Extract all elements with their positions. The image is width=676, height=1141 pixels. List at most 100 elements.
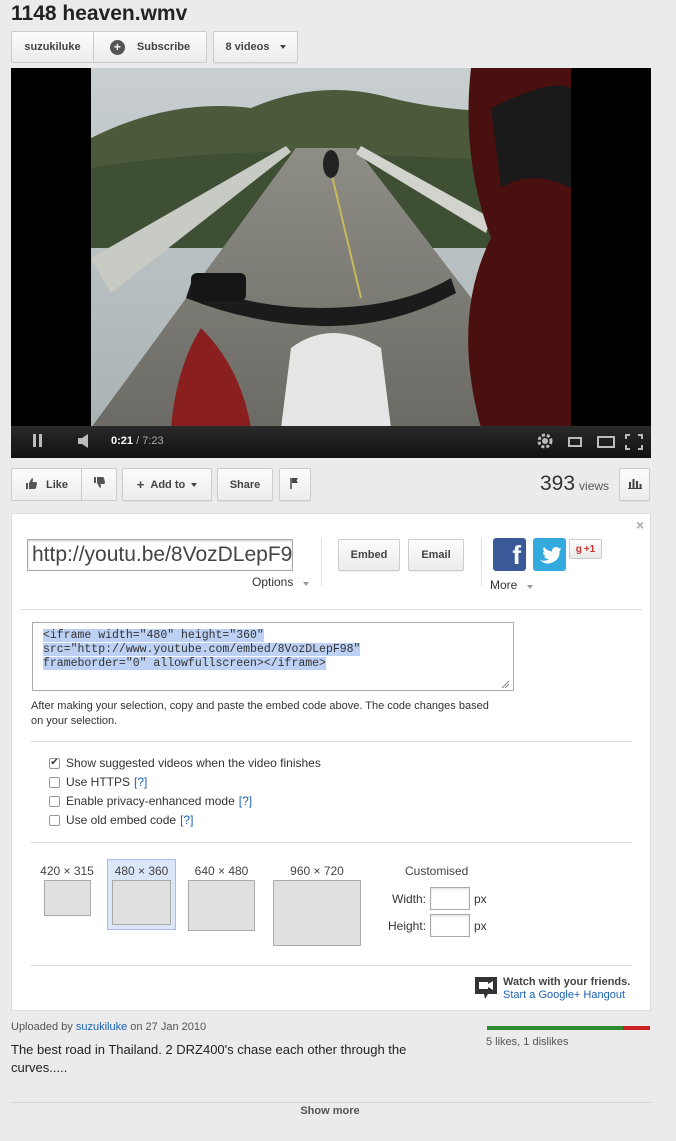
embed-help-line: on your selection. xyxy=(31,715,118,727)
size-thumbnail xyxy=(273,880,361,946)
px-label: px xyxy=(474,919,487,933)
share-url-input[interactable]: http://youtu.be/8VozDLepF98 xyxy=(27,539,293,571)
video-player[interactable]: 0:21 / 7:23 xyxy=(11,68,651,458)
facebook-icon[interactable]: f xyxy=(493,538,526,571)
channel-subscribe-group: suzukiluke + Subscribe xyxy=(11,31,207,63)
option-label: Use HTTPS xyxy=(66,775,131,789)
option-old-embed[interactable]: Use old embed code [?] xyxy=(49,813,193,827)
embed-help-line: After making your selection, copy and pa… xyxy=(31,700,489,712)
checkbox-checked-icon[interactable]: ✔ xyxy=(49,757,60,769)
help-link[interactable]: [?] xyxy=(180,813,193,827)
more-share-dropdown[interactable]: More xyxy=(490,578,533,592)
chevron-down-icon xyxy=(302,582,309,586)
embed-label: Embed xyxy=(350,549,388,561)
embed-code-line: frameborder="0" allowfullscreen></iframe… xyxy=(43,657,326,670)
size-option-480-selected[interactable]: 480 × 360 xyxy=(107,859,176,930)
bar-chart-icon xyxy=(627,477,642,492)
more-label: More xyxy=(490,578,518,592)
fullscreen-icon[interactable] xyxy=(625,434,643,453)
video-still-image xyxy=(91,68,571,428)
email-button[interactable]: Email xyxy=(408,539,464,571)
video-description: The best road in Thailand. 2 DRZ400's ch… xyxy=(11,1041,431,1077)
dislike-button[interactable] xyxy=(82,469,116,500)
thumbs-down-icon xyxy=(93,476,106,494)
video-title: 1148 heaven.wmv xyxy=(11,2,188,25)
embed-code-textarea[interactable]: <iframe width="480" height="360" src="ht… xyxy=(32,622,514,691)
custom-width-input[interactable] xyxy=(430,887,470,910)
size-option-960[interactable]: 960 × 720 xyxy=(273,864,361,946)
divider xyxy=(31,842,631,843)
video-frame[interactable] xyxy=(91,68,571,428)
size-thumbnail xyxy=(112,880,171,925)
help-link[interactable]: [?] xyxy=(134,775,147,789)
embed-code-line: src="http://www.youtube.com/embed/8VozDL… xyxy=(43,643,361,656)
pause-icon[interactable] xyxy=(33,434,42,447)
size-thumbnail xyxy=(188,880,255,931)
subscribe-button[interactable]: + Subscribe xyxy=(94,32,206,62)
hangout-icon[interactable] xyxy=(474,976,498,999)
views-label: views xyxy=(579,479,610,493)
small-player-icon[interactable] xyxy=(568,437,582,447)
divider xyxy=(481,538,482,586)
gear-icon[interactable] xyxy=(536,432,554,453)
share-panel: × http://youtu.be/8VozDLepF98 Options Em… xyxy=(11,513,651,1011)
checkbox-icon[interactable] xyxy=(49,776,60,788)
chevron-down-icon xyxy=(279,45,286,49)
google-plus-icon: g xyxy=(575,543,582,555)
close-icon[interactable]: × xyxy=(636,517,644,533)
hangout-link[interactable]: Start a Google+ Hangout xyxy=(503,989,625,1001)
height-label: Height: xyxy=(388,919,427,933)
twitter-icon[interactable] xyxy=(533,538,566,571)
width-label: Width: xyxy=(392,892,427,906)
views-number: 393 xyxy=(540,472,576,495)
size-thumbnail xyxy=(43,880,91,916)
resize-handle-icon[interactable] xyxy=(501,679,510,689)
size-label: 960 × 720 xyxy=(290,864,344,878)
checkbox-icon[interactable] xyxy=(49,814,60,826)
like-button[interactable]: Like xyxy=(12,469,82,500)
divider xyxy=(20,609,642,610)
upload-date: on 27 Jan 2010 xyxy=(130,1021,207,1033)
google-plus-one-button[interactable]: g +1 xyxy=(569,539,602,559)
option-label: Show suggested videos when the video fin… xyxy=(66,756,321,770)
plus-circle-icon: + xyxy=(109,39,125,55)
size-option-420[interactable]: 420 × 315 xyxy=(38,864,96,916)
embed-code-line: <iframe width="480" height="360" xyxy=(43,629,264,642)
current-time: 0:21 xyxy=(111,435,134,447)
show-more-button[interactable]: Show more xyxy=(290,1105,370,1117)
help-link[interactable]: [?] xyxy=(239,794,252,808)
large-player-icon[interactable] xyxy=(597,436,615,448)
uploader-link[interactable]: suzukiluke xyxy=(76,1021,127,1033)
share-button[interactable]: Share xyxy=(217,468,273,501)
subscribe-label: Subscribe xyxy=(136,41,191,53)
divider xyxy=(31,965,631,966)
option-privacy-mode[interactable]: Enable privacy-enhanced mode [?] xyxy=(49,794,252,808)
volume-icon[interactable] xyxy=(77,433,91,452)
size-label: 480 × 360 xyxy=(114,864,169,878)
option-suggested-videos[interactable]: ✔ Show suggested videos when the video f… xyxy=(49,756,321,770)
videos-count-label: 8 videos xyxy=(225,41,270,53)
size-label: 420 × 315 xyxy=(40,864,94,878)
chevron-down-icon xyxy=(191,482,198,487)
size-option-640[interactable]: 640 × 480 xyxy=(188,864,255,931)
channel-name-button[interactable]: suzukiluke xyxy=(12,32,94,62)
flag-icon xyxy=(290,477,300,492)
like-dislike-group: Like xyxy=(11,468,117,501)
option-use-https[interactable]: Use HTTPS [?] xyxy=(49,775,147,789)
checkbox-icon[interactable] xyxy=(49,795,60,807)
flag-button[interactable] xyxy=(279,468,311,501)
description-line: The best road in Thailand. 2 DRZ400's ch… xyxy=(11,1042,407,1057)
share-options-dropdown[interactable]: Options xyxy=(252,575,309,589)
add-to-button[interactable]: + Add to xyxy=(122,468,212,501)
like-label: Like xyxy=(45,478,68,491)
add-to-label: Add to xyxy=(150,478,186,491)
channel-videos-dropdown[interactable]: 8 videos xyxy=(213,31,298,63)
embed-button[interactable]: Embed xyxy=(338,539,400,571)
divider xyxy=(31,741,631,742)
view-count: 393 views xyxy=(540,472,609,496)
plus-one-label: +1 xyxy=(583,543,596,555)
stats-button[interactable] xyxy=(619,468,650,501)
embed-help-text: After making your selection, copy and pa… xyxy=(31,699,489,729)
thumbs-up-icon xyxy=(25,477,38,493)
custom-height-input[interactable] xyxy=(430,914,470,937)
